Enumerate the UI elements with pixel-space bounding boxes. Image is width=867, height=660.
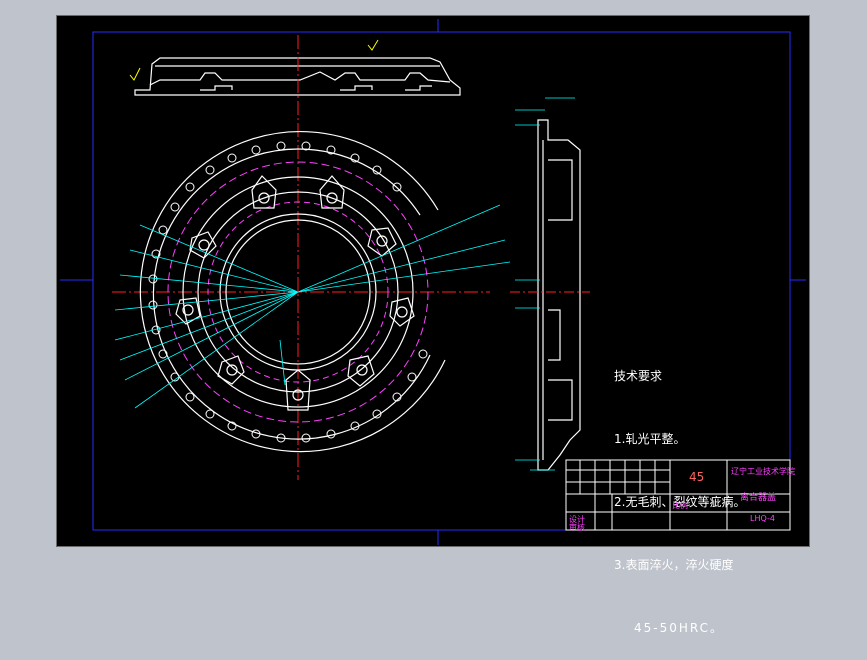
title-block-part-name: 离合器盖 xyxy=(740,493,777,503)
dimension-leaders xyxy=(114,204,511,409)
tech-req-item-3: 3.表面淬火，淬火硬度 xyxy=(614,558,734,572)
title-block-drawing-no: LHQ-4 xyxy=(750,514,775,523)
title-block-scale-label: 比例 xyxy=(672,501,688,510)
section-dimensions xyxy=(515,97,575,471)
tech-req-title: 技术要求 xyxy=(614,369,663,383)
technical-requirements: 技术要求 1.轧光平整。 2.无毛刺、裂纹等疵病。 3.表面淬火，淬火硬度 45… xyxy=(614,324,745,660)
title-block-checker-label: 审核 xyxy=(569,523,585,532)
roughness-symbols xyxy=(129,39,379,81)
tech-req-hardness: 45-50HRC。 xyxy=(634,621,725,635)
title-block-material: 45 xyxy=(689,470,705,484)
side-section-view xyxy=(537,119,581,471)
tech-req-item-1: 1.轧光平整。 xyxy=(614,432,686,446)
title-block-school: 辽宁工业技术学院 xyxy=(731,467,795,476)
